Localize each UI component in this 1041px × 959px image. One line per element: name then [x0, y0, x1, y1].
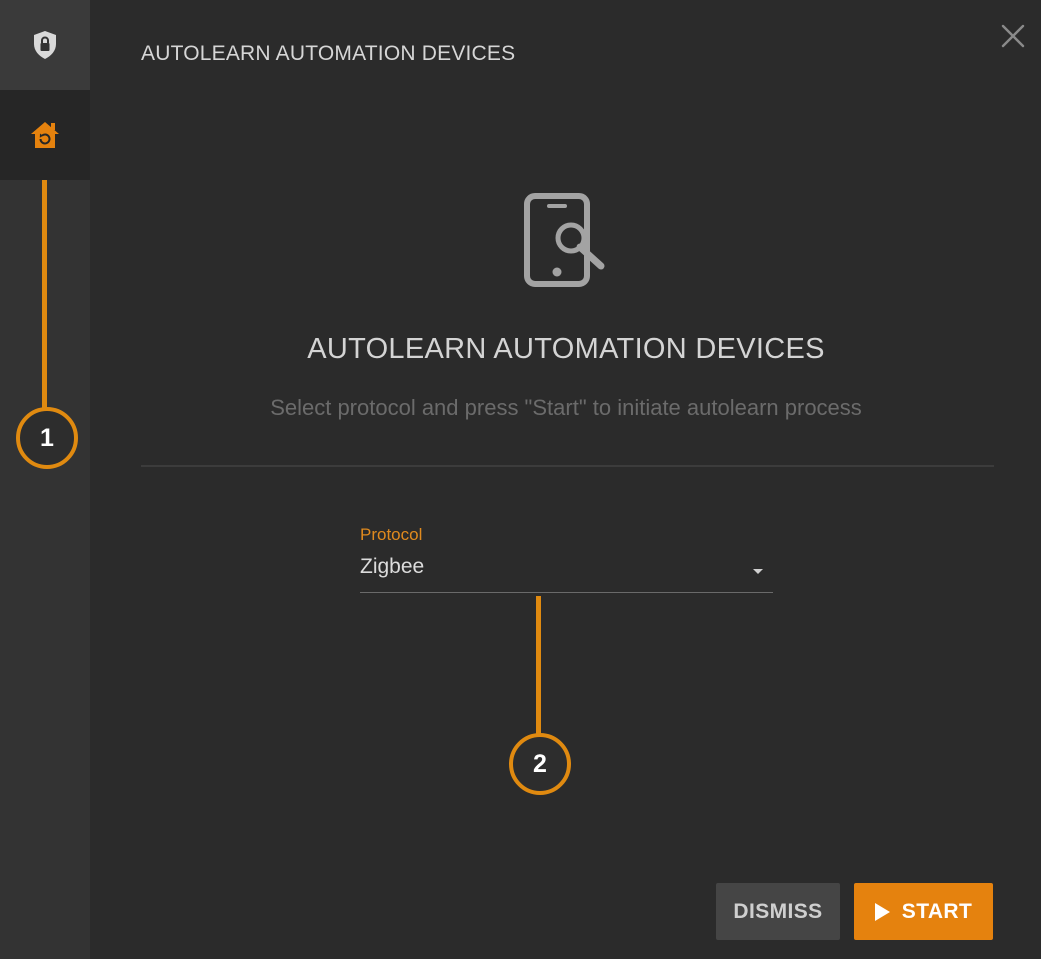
callout-1-badge: 1: [16, 407, 78, 469]
dismiss-label: DISMISS: [733, 899, 823, 923]
home-refresh-icon: [31, 122, 59, 148]
sidebar: [0, 0, 90, 959]
callout-2-badge: 2: [509, 733, 571, 795]
dropdown-arrow-icon: [753, 569, 763, 574]
dialog-title: AUTOLEARN AUTOMATION DEVICES: [307, 333, 825, 365]
start-label: START: [901, 899, 973, 923]
divider: [141, 465, 994, 467]
protocol-select[interactable]: Protocol Zigbee: [360, 525, 773, 593]
dialog-instructions: Select protocol and press "Start" to ini…: [270, 395, 862, 420]
sidebar-item-autolearn[interactable]: [0, 90, 90, 180]
play-icon: [874, 902, 890, 921]
close-icon: [1001, 24, 1025, 48]
callout-1-leader-line: [42, 180, 47, 408]
protocol-value: Zigbee: [360, 555, 425, 578]
dismiss-button[interactable]: DISMISS: [716, 883, 840, 940]
start-button[interactable]: START: [854, 883, 993, 940]
phone-search-icon: [524, 193, 605, 287]
protocol-underline: [360, 592, 773, 593]
close-button[interactable]: [999, 22, 1027, 50]
callout-2-leader-line: [536, 596, 541, 734]
protocol-label: Protocol: [360, 525, 423, 544]
dialog-header-title: AUTOLEARN AUTOMATION DEVICES: [141, 42, 516, 65]
sidebar-item-security[interactable]: [0, 0, 90, 90]
shield-lock-icon: [34, 31, 56, 59]
autolearn-dialog: AUTOLEARN AUTOMATION DEVICES AUTOLEARN A…: [90, 0, 1041, 959]
